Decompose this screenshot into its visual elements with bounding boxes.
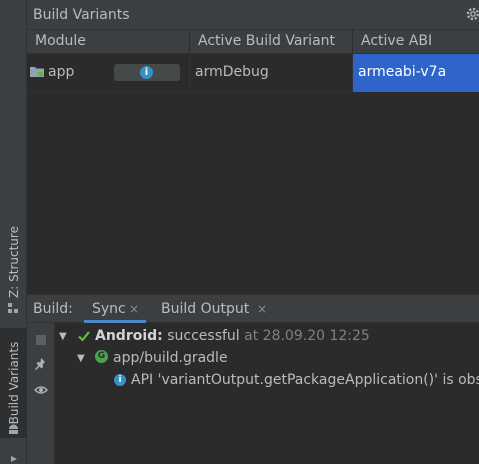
tab-build-output-close-icon[interactable]: ×	[257, 302, 267, 316]
tree-item-build-gradle[interactable]: app/build.gradle	[113, 350, 228, 366]
tree-item-android[interactable]: Android: successful at 28.09.20 12:25	[95, 328, 370, 344]
structure-tab-label: Z: Structure	[6, 226, 21, 298]
child-file: app/build.gradle	[113, 350, 228, 366]
build-window-toolbar	[27, 323, 55, 464]
column-header-module[interactable]: Module	[27, 30, 190, 53]
build-output-tree: ▼ Android: successful at 28.09.20 12:25 …	[55, 323, 479, 464]
tab-build-output[interactable]: Build Output	[161, 301, 249, 317]
module-name: app	[48, 64, 75, 80]
build-variants-tool-tab[interactable]: Build Variants	[0, 328, 27, 438]
structure-icon	[8, 303, 18, 313]
panel-title: Build Variants	[33, 7, 130, 23]
stop-icon[interactable]	[34, 333, 48, 347]
module-folder-icon	[30, 67, 44, 77]
tab-sync[interactable]: Sync	[92, 301, 126, 317]
module-cell[interactable]: app i	[27, 54, 190, 92]
success-check-icon	[78, 331, 90, 342]
column-header-active-build-variant[interactable]: Active Build Variant	[190, 30, 353, 53]
collapse-arrow-icon[interactable]: ▼	[59, 331, 67, 342]
table-header: Module Active Build Variant Active ABI	[27, 30, 479, 54]
android-icon	[9, 424, 18, 434]
tree-item-message[interactable]: API 'variantOutput.getPackageApplication…	[131, 372, 479, 388]
build-variants-tab-label: Build Variants	[6, 341, 21, 425]
gradle-file-icon: G	[95, 350, 108, 363]
more-icon[interactable]	[10, 455, 18, 463]
info-icon: i	[114, 374, 126, 386]
build-variant-cell[interactable]: armDebug	[190, 54, 353, 92]
root-status: successful	[167, 328, 240, 344]
gear-icon[interactable]	[466, 7, 479, 21]
eye-icon[interactable]	[34, 383, 48, 397]
tab-sync-close-icon[interactable]: ×	[129, 302, 139, 316]
structure-tool-tab[interactable]: Z: Structure	[0, 222, 27, 302]
left-tool-stripe: Z: Structure Build Variants	[0, 0, 27, 464]
module-info-chip[interactable]: i	[114, 64, 180, 81]
column-header-active-abi[interactable]: Active ABI	[353, 30, 479, 53]
collapse-arrow-icon[interactable]: ▼	[77, 353, 85, 364]
build-window-label: Build:	[33, 301, 73, 317]
root-time: at 28.09.20 12:25	[244, 328, 370, 344]
active-abi-cell[interactable]: armeabi-v7a	[353, 54, 479, 92]
info-icon: i	[140, 66, 153, 79]
message-text: API 'variantOutput.getPackageApplication…	[131, 372, 479, 388]
table-row[interactable]: app i armDebug armeabi-v7a	[27, 54, 479, 92]
pin-icon[interactable]	[34, 357, 48, 371]
root-name: Android:	[95, 328, 163, 344]
